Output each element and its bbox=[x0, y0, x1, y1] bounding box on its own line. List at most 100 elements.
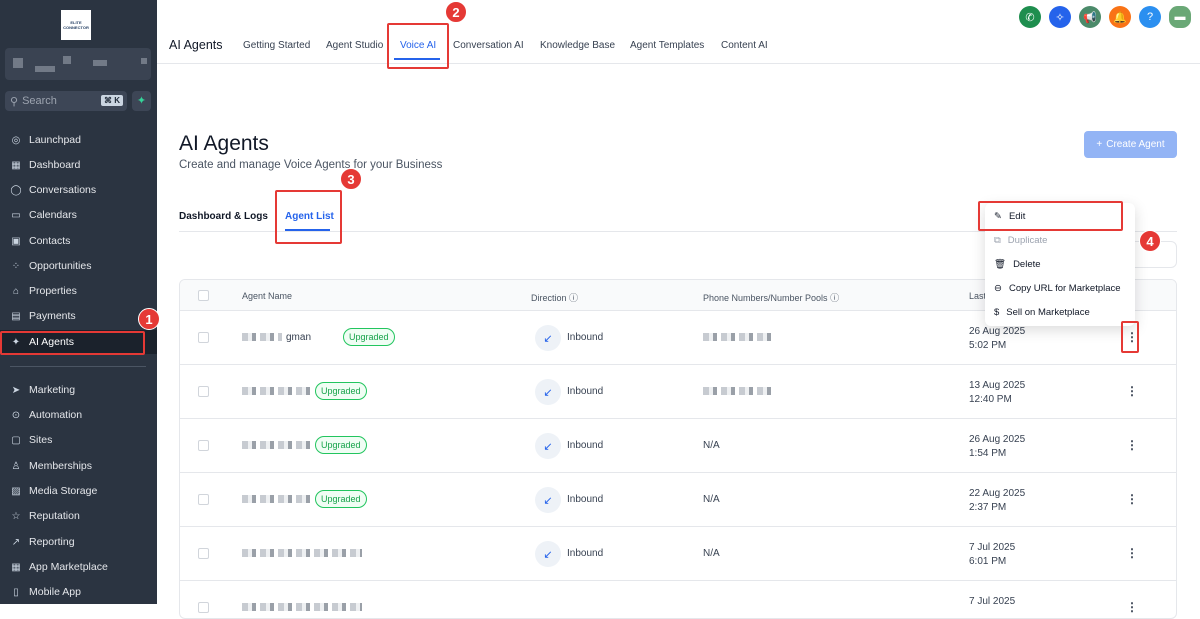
more-options-icon[interactable]: ⋮ bbox=[1126, 438, 1138, 452]
more-options-icon[interactable]: ⋮ bbox=[1126, 546, 1138, 560]
sidebar-item-sites[interactable]: ▢ Sites bbox=[0, 428, 157, 452]
contacts-icon: ▣ bbox=[11, 235, 21, 247]
last-modified: 22 Aug 2025 2:37 PM bbox=[969, 488, 1026, 513]
menu-item-copy-url-for-marketplace[interactable]: ⊖ Copy URL for Marketplace bbox=[994, 283, 1121, 294]
sidebar-item-app-marketplace[interactable]: ▦ App Marketplace bbox=[0, 555, 157, 579]
bell-icon[interactable]: 🔔 bbox=[1109, 6, 1131, 28]
table-row[interactable]: 7 Jul 2025 ⋮ bbox=[180, 581, 1176, 618]
app-title: AI Agents bbox=[169, 38, 223, 52]
row-checkbox[interactable] bbox=[198, 494, 209, 505]
sidebar-item-label: Reputation bbox=[29, 510, 80, 522]
tab-dashboard-logs[interactable]: Dashboard & Logs bbox=[179, 211, 268, 222]
tab-getting-started[interactable]: Getting Started bbox=[243, 40, 310, 51]
annotation-number: 3 bbox=[340, 168, 362, 190]
memberships-icon: ♙ bbox=[11, 460, 21, 472]
tab-conversation-ai[interactable]: Conversation AI bbox=[453, 40, 524, 51]
phone-icon[interactable]: ✆ bbox=[1019, 6, 1041, 28]
status-badge: Upgraded bbox=[315, 436, 367, 454]
create-agent-button[interactable]: + Create Agent bbox=[1084, 131, 1177, 158]
more-options-icon[interactable]: ⋮ bbox=[1126, 384, 1138, 398]
table-row[interactable]: Upgraded ↙ Inbound N/A 26 Aug 2025 1:54 PM… bbox=[180, 419, 1176, 473]
sidebar-item-contacts[interactable]: ▣ Contacts bbox=[0, 229, 157, 253]
table-row[interactable]: Upgraded ↙ Inbound 13 Aug 2025 12:40 PM ⋮ bbox=[180, 365, 1176, 419]
tab-agent-studio[interactable]: Agent Studio bbox=[326, 40, 383, 51]
row-checkbox[interactable] bbox=[198, 548, 209, 559]
annotation-number: 2 bbox=[445, 1, 467, 23]
sidebar-item-dashboard[interactable]: ▦ Dashboard bbox=[0, 153, 157, 177]
sidebar-item-mobile-app[interactable]: ▯ Mobile App bbox=[0, 580, 157, 604]
agent-name-redacted bbox=[242, 603, 362, 611]
sidebar-item-label: Sites bbox=[29, 434, 53, 446]
agent-name-redacted bbox=[242, 333, 282, 341]
agent-name: gman bbox=[286, 332, 312, 343]
sidebar-item-label: Opportunities bbox=[29, 260, 92, 272]
more-options-icon[interactable]: ⋮ bbox=[1126, 492, 1138, 506]
search-icon: ⚲ bbox=[10, 95, 19, 108]
search-input[interactable]: ⚲ Search ⌘ K bbox=[5, 91, 127, 111]
row-checkbox[interactable] bbox=[198, 386, 209, 397]
last-modified: 7 Jul 2025 bbox=[969, 596, 1016, 607]
sidebar-item-launchpad[interactable]: ◎ Launchpad bbox=[0, 128, 157, 152]
select-all-checkbox[interactable] bbox=[198, 290, 209, 301]
copy-icon: ⊖ bbox=[994, 283, 1002, 294]
megaphone-icon[interactable]: 📢 bbox=[1079, 6, 1101, 28]
phone-redacted bbox=[703, 333, 773, 341]
col-agent-name: Agent Name bbox=[242, 291, 293, 301]
top-bar: AI Agents Getting Started Agent Studio Voi… bbox=[157, 0, 1200, 64]
sidebar-item-label: Properties bbox=[29, 285, 77, 297]
sidebar-item-properties[interactable]: ⌂ Properties bbox=[0, 279, 157, 303]
menu-item-delete[interactable]: 🗑 Delete bbox=[994, 259, 1041, 270]
sidebar-divider bbox=[10, 366, 146, 367]
sidebar-item-opportunities[interactable]: ⁘ Opportunities bbox=[0, 254, 157, 278]
table-row[interactable]: Upgraded ↙ Inbound N/A 22 Aug 2025 2:37 PM… bbox=[180, 473, 1176, 527]
sidebar-item-label: App Marketplace bbox=[29, 561, 108, 573]
annotation-box-agent-list bbox=[275, 190, 342, 244]
more-options-icon[interactable]: ⋮ bbox=[1126, 600, 1138, 614]
page-title: AI Agents bbox=[179, 132, 269, 155]
tab-agent-templates[interactable]: Agent Templates bbox=[630, 40, 704, 51]
col-phone: Phone Numbers/Number Pools ⓘ bbox=[703, 293, 840, 303]
reputation-icon: ☆ bbox=[11, 510, 21, 522]
sidebar-item-label: Reporting bbox=[29, 536, 75, 548]
sidebar-item-calendars[interactable]: ▭ Calendars bbox=[0, 203, 157, 227]
sidebar-item-label: Memberships bbox=[29, 460, 93, 472]
sidebar-item-label: Media Storage bbox=[29, 485, 98, 497]
phone-number: N/A bbox=[703, 548, 720, 559]
inbound-arrow-icon: ↙ bbox=[535, 433, 561, 459]
annotation-box-ai-agents bbox=[0, 331, 145, 355]
sidebar-item-reporting[interactable]: ↗ Reporting bbox=[0, 530, 157, 554]
sidebar-item-automation[interactable]: ⊙ Automation bbox=[0, 403, 157, 427]
menu-item-sell-on-marketplace[interactable]: $ Sell on Marketplace bbox=[994, 307, 1090, 318]
conversations-icon: ◯ bbox=[10, 184, 22, 196]
sparkles-icon[interactable]: ✧ bbox=[1049, 6, 1071, 28]
marketing-icon: ➤ bbox=[11, 384, 21, 396]
ai-spark-button[interactable]: ✦ bbox=[132, 91, 151, 111]
sidebar-item-label: Contacts bbox=[29, 235, 71, 247]
annotation-box-kebab bbox=[1121, 321, 1139, 353]
sidebar-item-media-storage[interactable]: ▨ Media Storage bbox=[0, 479, 157, 503]
inbound-arrow-icon: ↙ bbox=[535, 541, 561, 567]
app-marketplace-icon: ▦ bbox=[11, 561, 21, 573]
help-icon[interactable]: ? bbox=[1139, 6, 1161, 28]
duplicate-icon: ⧉ bbox=[994, 235, 1001, 246]
direction: Inbound bbox=[567, 548, 604, 559]
sidebar-item-payments[interactable]: ▤ Payments bbox=[0, 304, 157, 328]
tab-content-ai[interactable]: Content AI bbox=[721, 40, 768, 51]
sidebar-item-conversations[interactable]: ◯ Conversations bbox=[0, 178, 157, 202]
table-row[interactable]: ↙ Inbound N/A 7 Jul 2025 6:01 PM ⋮ bbox=[180, 527, 1176, 581]
row-checkbox[interactable] bbox=[198, 332, 209, 343]
sidebar-item-marketing[interactable]: ➤ Marketing bbox=[0, 378, 157, 402]
automation-icon: ⊙ bbox=[11, 409, 21, 421]
sidebar-item-label: Calendars bbox=[29, 209, 77, 221]
calendars-icon: ▭ bbox=[11, 209, 21, 221]
account-switcher[interactable] bbox=[5, 48, 151, 80]
avatar[interactable]: ▬ bbox=[1169, 6, 1191, 28]
payments-icon: ▤ bbox=[11, 310, 21, 322]
sidebar-item-reputation[interactable]: ☆ Reputation bbox=[0, 504, 157, 528]
sidebar-item-label: Payments bbox=[29, 310, 76, 322]
sidebar-item-memberships[interactable]: ♙ Memberships bbox=[0, 454, 157, 478]
tab-knowledge-base[interactable]: Knowledge Base bbox=[540, 40, 615, 51]
opportunities-icon: ⁘ bbox=[11, 260, 21, 272]
agent-name-redacted bbox=[242, 441, 312, 449]
row-checkbox[interactable] bbox=[198, 440, 209, 451]
